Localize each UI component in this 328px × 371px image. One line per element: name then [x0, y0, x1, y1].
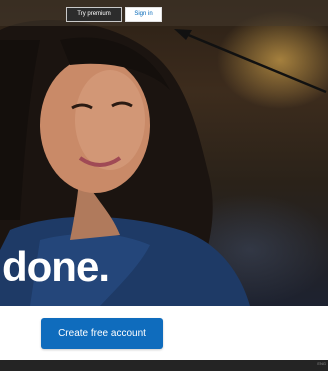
- sign-in-button[interactable]: Sign in: [125, 7, 162, 22]
- footer-language-label[interactable]: ENG: [317, 361, 326, 366]
- create-free-account-button[interactable]: Create free account: [41, 318, 163, 349]
- try-premium-button[interactable]: Try premium: [66, 7, 122, 22]
- hero-headline: done.: [2, 243, 110, 290]
- footer-bar: ENG: [0, 360, 328, 371]
- top-bar: Try premium Sign in: [0, 0, 328, 26]
- hero-banner: Try premium Sign in done.: [0, 0, 328, 306]
